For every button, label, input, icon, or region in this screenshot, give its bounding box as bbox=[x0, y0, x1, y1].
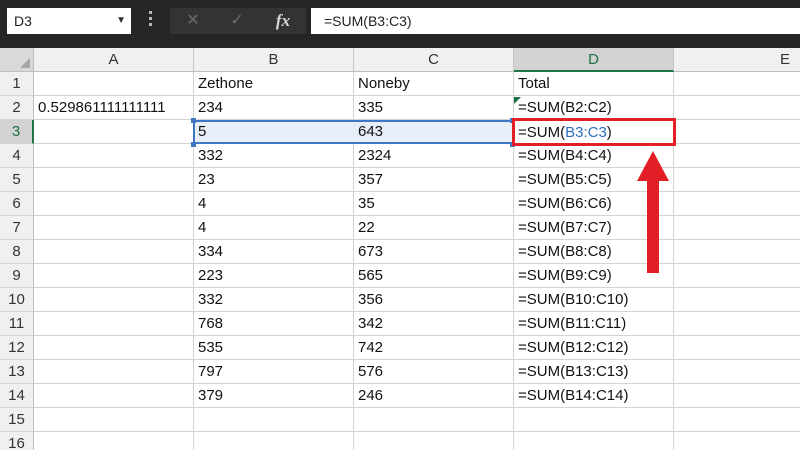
cell-C2[interactable]: 335 bbox=[354, 96, 513, 119]
gridline bbox=[34, 431, 800, 432]
row-header-8[interactable]: 8 bbox=[0, 240, 34, 264]
cell-B1[interactable]: Zethone bbox=[194, 72, 353, 95]
enter-icon[interactable]: ✓ bbox=[222, 8, 252, 34]
formula-input[interactable]: =SUM(B3:C3) bbox=[311, 8, 800, 34]
excel-window: D3 ▼ ✕ ✓ fx =SUM(B3:C3) ABCDE 1234567891… bbox=[0, 0, 800, 450]
cell-C10[interactable]: 356 bbox=[354, 288, 513, 311]
cell-D12[interactable]: =SUM(B12:C12) bbox=[514, 336, 673, 359]
cell-B9[interactable]: 223 bbox=[194, 264, 353, 287]
row-header-2[interactable]: 2 bbox=[0, 96, 34, 120]
cell-B6[interactable]: 4 bbox=[194, 192, 353, 215]
row-header-9[interactable]: 9 bbox=[0, 264, 34, 288]
cell-B3[interactable]: 5 bbox=[194, 120, 353, 143]
row-header-1[interactable]: 1 bbox=[0, 72, 34, 96]
column-header-C[interactable]: C bbox=[354, 48, 514, 72]
cell-C13[interactable]: 576 bbox=[354, 360, 513, 383]
column-header-A[interactable]: A bbox=[34, 48, 194, 72]
cell-B13[interactable]: 797 bbox=[194, 360, 353, 383]
row-header-3[interactable]: 3 bbox=[0, 120, 34, 144]
row-header-6[interactable]: 6 bbox=[0, 192, 34, 216]
resize-handle-icon[interactable] bbox=[148, 11, 154, 29]
cell-B4[interactable]: 332 bbox=[194, 144, 353, 167]
cell-C5[interactable]: 357 bbox=[354, 168, 513, 191]
name-box-value: D3 bbox=[14, 13, 32, 29]
column-header-D[interactable]: D bbox=[514, 48, 674, 72]
row-header-5[interactable]: 5 bbox=[0, 168, 34, 192]
cell-C6[interactable]: 35 bbox=[354, 192, 513, 215]
row-header-12[interactable]: 12 bbox=[0, 336, 34, 360]
column-header-B[interactable]: B bbox=[194, 48, 354, 72]
cell-D2[interactable]: =SUM(B2:C2) bbox=[514, 96, 673, 119]
worksheet-grid[interactable]: ABCDE 1 2 3 4 5 6 7 8 9 10 11 12 13 14 15 16 0.52986111… bbox=[0, 48, 800, 450]
red-arrow-icon bbox=[637, 151, 669, 273]
cell-C11[interactable]: 342 bbox=[354, 312, 513, 335]
cell-D13[interactable]: =SUM(B13:C13) bbox=[514, 360, 673, 383]
row-header-10[interactable]: 10 bbox=[0, 288, 34, 312]
cell-C9[interactable]: 565 bbox=[354, 264, 513, 287]
cell-C14[interactable]: 246 bbox=[354, 384, 513, 407]
row-header-4[interactable]: 4 bbox=[0, 144, 34, 168]
formula-buttons: ✕ ✓ fx bbox=[170, 8, 306, 34]
cell-D11[interactable]: =SUM(B11:C11) bbox=[514, 312, 673, 335]
cell-D1[interactable]: Total bbox=[514, 72, 673, 95]
cell-B2[interactable]: 234 bbox=[194, 96, 353, 119]
row-header-14[interactable]: 14 bbox=[0, 384, 34, 408]
cell-D14[interactable]: =SUM(B14:C14) bbox=[514, 384, 673, 407]
cell-B12[interactable]: 535 bbox=[194, 336, 353, 359]
cell-C12[interactable]: 742 bbox=[354, 336, 513, 359]
column-header-E[interactable]: E bbox=[674, 48, 800, 72]
cell-D10[interactable]: =SUM(B10:C10) bbox=[514, 288, 673, 311]
highlight-box bbox=[512, 118, 676, 146]
gridline bbox=[34, 407, 800, 408]
row-header-13[interactable]: 13 bbox=[0, 360, 34, 384]
name-box[interactable]: D3 ▼ bbox=[7, 8, 131, 34]
cell-B8[interactable]: 334 bbox=[194, 240, 353, 263]
cell-B11[interactable]: 768 bbox=[194, 312, 353, 335]
row-header-11[interactable]: 11 bbox=[0, 312, 34, 336]
formula-bar-area: D3 ▼ ✕ ✓ fx =SUM(B3:C3) bbox=[0, 0, 800, 48]
row-header-7[interactable]: 7 bbox=[0, 216, 34, 240]
cell-B5[interactable]: 23 bbox=[194, 168, 353, 191]
row-header-16[interactable]: 16 bbox=[0, 432, 34, 450]
cell-B7[interactable]: 4 bbox=[194, 216, 353, 239]
cell-C1[interactable]: Noneby bbox=[354, 72, 513, 95]
chevron-down-icon[interactable]: ▼ bbox=[116, 8, 126, 34]
cell-C7[interactable]: 22 bbox=[354, 216, 513, 239]
cell-B10[interactable]: 332 bbox=[194, 288, 353, 311]
cancel-icon[interactable]: ✕ bbox=[178, 8, 208, 34]
cell-C3[interactable]: 643 bbox=[354, 120, 513, 143]
insert-function-button[interactable]: fx bbox=[268, 8, 298, 34]
select-all-button[interactable] bbox=[0, 48, 34, 72]
cell-C4[interactable]: 2324 bbox=[354, 144, 513, 167]
row-header-15[interactable]: 15 bbox=[0, 408, 34, 432]
cell-B14[interactable]: 379 bbox=[194, 384, 353, 407]
cell-A2[interactable]: 0.529861111111111 bbox=[34, 96, 193, 119]
cell-C8[interactable]: 673 bbox=[354, 240, 513, 263]
